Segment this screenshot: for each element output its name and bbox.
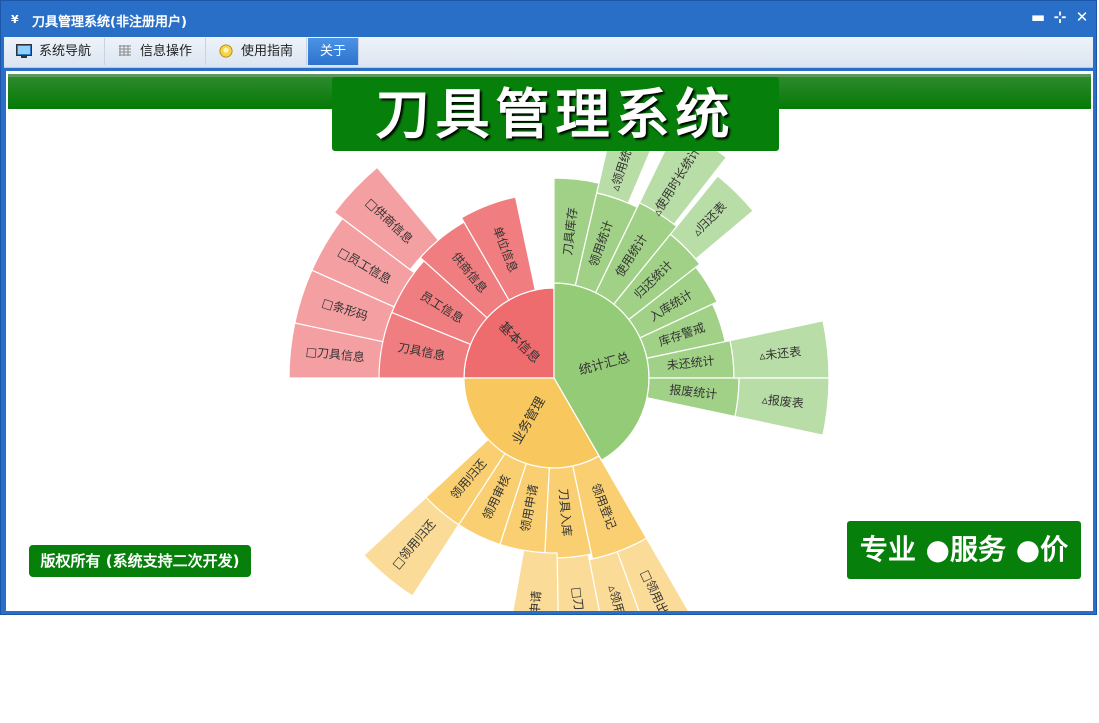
monitor-icon: [16, 44, 32, 58]
close-icon[interactable]: ✕: [1074, 8, 1090, 26]
title-bar[interactable]: ¥ 刀具管理系统(非注册用户) ▬ ⊹ ✕: [1, 1, 1096, 37]
banner-title: 刀具管理系统: [375, 82, 736, 146]
copyright-label: 版权所有 (系统支持二次开发): [29, 545, 251, 577]
banner: 刀具管理系统: [332, 77, 779, 151]
sunburst-ring3-label: 领用申请: [526, 590, 544, 611]
minimize-icon[interactable]: ▬: [1030, 8, 1046, 26]
tab-user-guide[interactable]: 使用指南: [206, 38, 307, 65]
tab-about[interactable]: 关于: [308, 38, 359, 65]
grid-icon: [119, 45, 131, 56]
tab-info-operations[interactable]: 信息操作: [105, 38, 206, 65]
tab-label: 信息操作: [140, 44, 193, 59]
tab-system-navigation[interactable]: 系统导航: [4, 38, 105, 65]
main-window: ¥ 刀具管理系统(非注册用户) ▬ ⊹ ✕ 系统导航 信息操作 使用指南 关于 …: [0, 0, 1097, 615]
menu-bar: 系统导航 信息操作 使用指南 关于: [4, 37, 1093, 68]
window-title: 刀具管理系统(非注册用户): [32, 15, 187, 30]
tab-label: 系统导航: [39, 44, 92, 59]
bulb-icon: [219, 44, 233, 58]
restore-icon[interactable]: ⊹: [1052, 8, 1068, 26]
tab-label: 使用指南: [241, 44, 294, 59]
window-controls: ▬ ⊹ ✕: [1030, 8, 1090, 26]
slogan-label: 专业 ●服务 ●价值: [847, 521, 1081, 611]
app-icon: ¥: [11, 13, 19, 26]
tab-label: 关于: [320, 44, 347, 59]
content-area: 基本信息 统计汇总 业务管理 刀具信息 员工信息 供商信息 单位信息 刀具库存 领用统计 使用统计…: [6, 71, 1093, 611]
